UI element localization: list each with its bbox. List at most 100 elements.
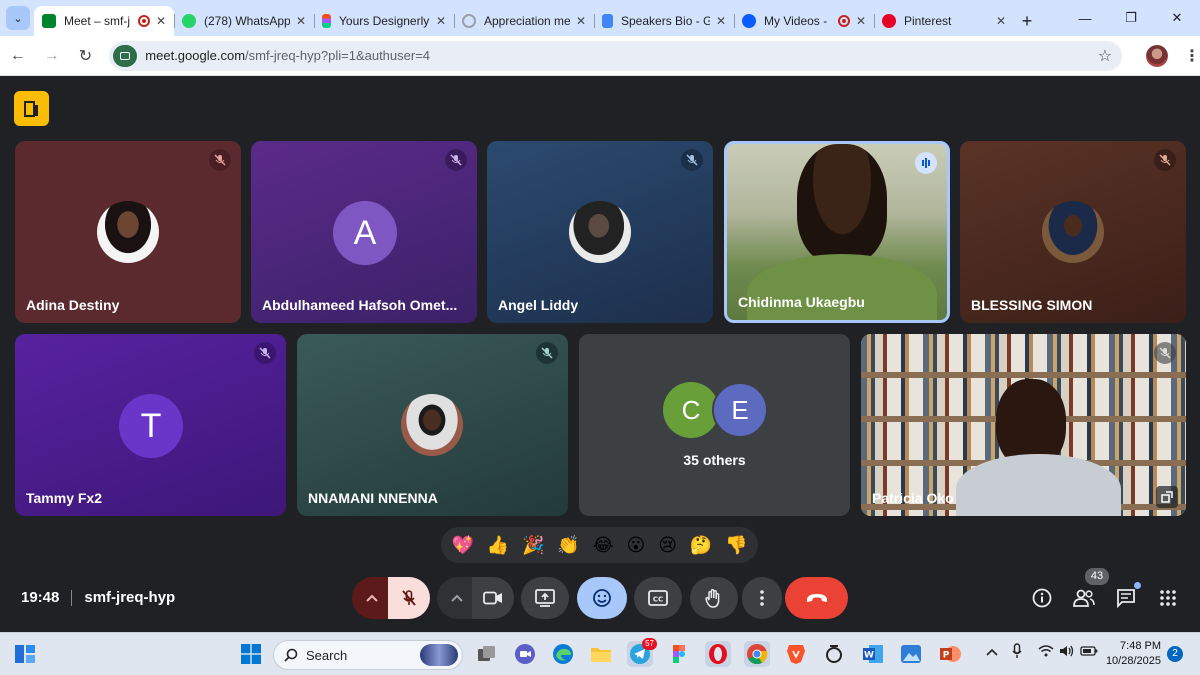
activities-grid-icon[interactable] — [1155, 585, 1181, 611]
task-view-icon[interactable] — [474, 641, 500, 667]
taskbar-search[interactable]: Search — [273, 640, 463, 670]
recording-icon — [137, 15, 150, 27]
widgets-icon[interactable] — [12, 641, 38, 667]
volume-icon[interactable] — [1059, 645, 1075, 660]
present-screen-button[interactable] — [521, 577, 569, 619]
participant-tile[interactable]: NNAMANI NNENNA — [297, 334, 568, 516]
url-text[interactable]: meet.google.com/smf-jreq-hyp?pli=1&authu… — [145, 48, 1098, 63]
brave-icon[interactable] — [783, 641, 809, 667]
camera-button[interactable] — [472, 577, 514, 619]
clock-time: 7:48 PM — [1120, 640, 1161, 652]
word-icon[interactable]: W — [860, 641, 886, 667]
forward-icon[interactable]: → — [36, 40, 68, 72]
profile-avatar[interactable] — [1146, 44, 1168, 67]
meeting-details-info-icon[interactable] — [1029, 585, 1055, 611]
close-tab-icon[interactable]: ✕ — [296, 14, 306, 28]
browser-menu-icon[interactable]: ⋮ — [1184, 46, 1200, 66]
more-options-button[interactable] — [742, 577, 782, 619]
clock-date: 10/28/2025 — [1105, 655, 1161, 667]
meet-icon — [42, 14, 56, 28]
reaction-crying[interactable]: 😢 — [658, 535, 677, 556]
participant-name: Patricia Oko — [872, 490, 954, 506]
recording-icon — [837, 15, 850, 27]
mic-off-icon — [1154, 149, 1176, 171]
figma-taskbar-icon[interactable] — [666, 641, 692, 667]
participant-tile[interactable]: BLESSING SIMON — [960, 141, 1186, 323]
leave-call-button[interactable] — [785, 577, 848, 619]
tab-my-videos[interactable]: My Videos - ✕ — [734, 6, 874, 36]
minimize-icon[interactable]: — — [1062, 0, 1108, 36]
reaction-surprised[interactable]: 😮 — [627, 535, 646, 556]
battery-icon[interactable] — [1080, 645, 1098, 660]
captions-button[interactable]: CC — [634, 577, 682, 619]
close-tab-icon[interactable]: ✕ — [856, 14, 866, 28]
notification-badge[interactable]: 2 — [1167, 646, 1183, 662]
reaction-party-popper[interactable]: 🎉 — [522, 535, 544, 556]
site-info-icon[interactable] — [113, 44, 138, 67]
participant-tile[interactable]: Patricia Oko — [861, 334, 1186, 516]
reaction-laughing[interactable]: 😂 — [593, 535, 614, 556]
tab-appreciation[interactable]: Appreciation me ✕ — [454, 6, 594, 36]
others-tile[interactable]: C E 35 others — [579, 334, 850, 516]
reaction-thinking[interactable]: 🤔 — [690, 535, 712, 556]
microphone-tray-icon[interactable] — [1012, 643, 1022, 662]
bookmark-star-icon[interactable]: ☆ — [1098, 46, 1112, 66]
new-tab-icon[interactable]: + — [1014, 6, 1040, 36]
wifi-icon[interactable] — [1038, 645, 1054, 660]
audio-options-chevron-icon[interactable] — [352, 577, 392, 619]
tab-whatsapp[interactable]: (278) WhatsApp ✕ — [174, 6, 314, 36]
opera-icon[interactable] — [705, 641, 731, 667]
meeting-time: 19:48 — [21, 589, 60, 606]
close-window-icon[interactable]: ✕ — [1154, 0, 1200, 36]
participant-tile[interactable]: Adina Destiny — [15, 141, 241, 323]
file-explorer-icon[interactable] — [588, 641, 614, 667]
video-options-chevron-icon[interactable] — [437, 577, 477, 619]
meet-chat-app-icon[interactable] — [512, 641, 538, 667]
edge-icon[interactable] — [550, 641, 576, 667]
meeting-code: smf-jreq-hyp — [84, 589, 176, 606]
mic-off-icon — [254, 342, 276, 364]
tray-overflow-chevron-icon[interactable] — [986, 645, 998, 659]
powerpoint-icon[interactable]: P — [937, 641, 963, 667]
tab-search-chevron-icon[interactable]: ⌄ — [6, 6, 30, 30]
reactions-button[interactable] — [577, 577, 627, 619]
chrome-icon[interactable] — [744, 641, 770, 667]
reaction-clapping[interactable]: 👏 — [557, 535, 579, 556]
close-tab-icon[interactable]: ✕ — [436, 14, 446, 28]
meeting-details-icon[interactable] — [14, 91, 49, 126]
tab-pinterest[interactable]: Pinterest ✕ — [874, 6, 1014, 36]
address-bar[interactable]: meet.google.com/smf-jreq-hyp?pli=1&authu… — [109, 40, 1123, 71]
pin-tile-icon[interactable] — [1156, 486, 1178, 508]
close-tab-icon[interactable]: ✕ — [576, 14, 586, 28]
restore-icon[interactable]: ❐ — [1108, 0, 1154, 36]
reload-icon[interactable]: ↻ — [70, 40, 102, 72]
reaction-sparkling-heart[interactable]: 💖 — [451, 535, 473, 556]
reaction-thumbs-up[interactable]: 👍 — [487, 535, 509, 556]
window-controls: — ❐ ✕ — [1062, 0, 1200, 36]
taskbar-clock[interactable]: 7:48 PM 10/28/2025 — [1103, 639, 1161, 669]
telegram-icon[interactable]: 57 — [627, 638, 657, 667]
raise-hand-button[interactable] — [690, 577, 738, 619]
participant-tile[interactable]: T Tammy Fx2 — [15, 334, 286, 516]
tab-speakers-bio[interactable]: Speakers Bio - G ✕ — [594, 6, 734, 36]
windows-start-icon[interactable] — [238, 641, 264, 667]
people-icon[interactable] — [1071, 585, 1097, 611]
participant-tile[interactable]: A Abdulhameed Hafsoh Omet... — [251, 141, 477, 323]
participant-tile-speaking[interactable]: Chidinma Ukaegbu — [724, 141, 950, 323]
reaction-thumbs-down[interactable]: 👎 — [725, 535, 747, 556]
participant-name: Angel Liddy — [498, 297, 579, 313]
tab-meet[interactable]: Meet – smf-j ✕ — [34, 6, 174, 36]
participant-name: NNAMANI NNENNA — [308, 490, 438, 506]
close-tab-icon[interactable]: ✕ — [156, 14, 166, 28]
whatsapp-icon — [182, 14, 196, 28]
mic-off-button[interactable] — [388, 577, 430, 619]
close-tab-icon[interactable]: ✕ — [716, 14, 726, 28]
globe-icon — [462, 14, 476, 28]
tab-figma[interactable]: Yours Designerly ✕ — [314, 6, 454, 36]
chat-icon[interactable] — [1113, 582, 1141, 611]
close-tab-icon[interactable]: ✕ — [996, 14, 1006, 28]
participant-tile[interactable]: Angel Liddy — [487, 141, 713, 323]
back-icon[interactable]: ← — [2, 40, 34, 72]
photos-icon[interactable] — [898, 641, 924, 667]
copilot-icon[interactable] — [821, 641, 847, 667]
